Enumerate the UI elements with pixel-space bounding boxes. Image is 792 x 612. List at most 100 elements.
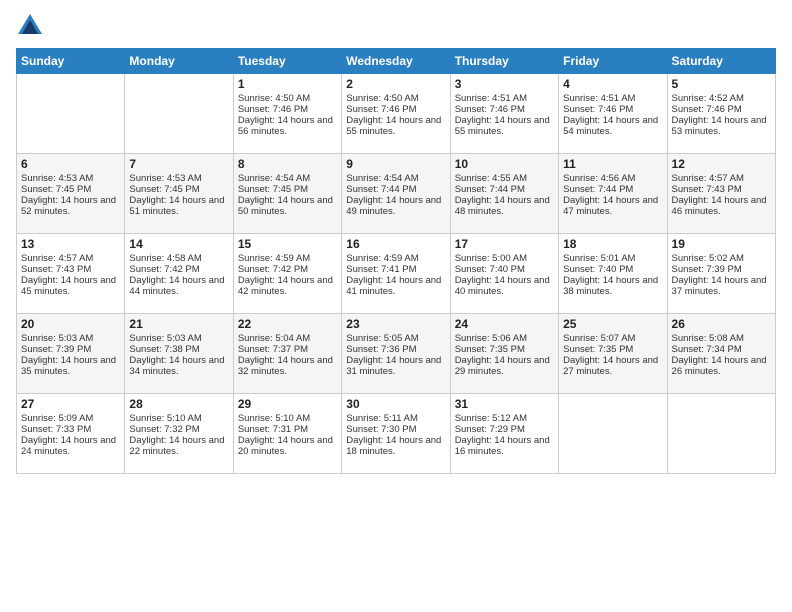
sunrise-text: Sunrise: 4:59 AM: [346, 253, 445, 264]
day-number: 26: [672, 317, 771, 331]
sunrise-text: Sunrise: 5:01 AM: [563, 253, 662, 264]
sunset-text: Sunset: 7:44 PM: [563, 184, 662, 195]
sunset-text: Sunset: 7:40 PM: [455, 264, 554, 275]
sunrise-text: Sunrise: 4:56 AM: [563, 173, 662, 184]
daylight-text: Daylight: 14 hours and 26 minutes.: [672, 355, 771, 377]
daylight-text: Daylight: 14 hours and 51 minutes.: [129, 195, 228, 217]
calendar-cell: 29Sunrise: 5:10 AMSunset: 7:31 PMDayligh…: [233, 394, 341, 474]
daylight-text: Daylight: 14 hours and 29 minutes.: [455, 355, 554, 377]
calendar-cell: 20Sunrise: 5:03 AMSunset: 7:39 PMDayligh…: [17, 314, 125, 394]
sunrise-text: Sunrise: 4:58 AM: [129, 253, 228, 264]
sunrise-text: Sunrise: 4:54 AM: [238, 173, 337, 184]
sunrise-text: Sunrise: 5:12 AM: [455, 413, 554, 424]
week-row-4: 20Sunrise: 5:03 AMSunset: 7:39 PMDayligh…: [17, 314, 776, 394]
sunset-text: Sunset: 7:31 PM: [238, 424, 337, 435]
daylight-text: Daylight: 14 hours and 32 minutes.: [238, 355, 337, 377]
daylight-text: Daylight: 14 hours and 48 minutes.: [455, 195, 554, 217]
calendar-cell: 24Sunrise: 5:06 AMSunset: 7:35 PMDayligh…: [450, 314, 558, 394]
calendar-cell: [667, 394, 775, 474]
calendar-cell: 19Sunrise: 5:02 AMSunset: 7:39 PMDayligh…: [667, 234, 775, 314]
calendar-cell: 2Sunrise: 4:50 AMSunset: 7:46 PMDaylight…: [342, 74, 450, 154]
day-number: 21: [129, 317, 228, 331]
daylight-text: Daylight: 14 hours and 56 minutes.: [238, 115, 337, 137]
daylight-text: Daylight: 14 hours and 24 minutes.: [21, 435, 120, 457]
daylight-text: Daylight: 14 hours and 38 minutes.: [563, 275, 662, 297]
sunrise-text: Sunrise: 5:00 AM: [455, 253, 554, 264]
calendar-cell: 8Sunrise: 4:54 AMSunset: 7:45 PMDaylight…: [233, 154, 341, 234]
day-number: 30: [346, 397, 445, 411]
calendar-cell: 10 Sunrise: 4:55 AMSunset: 7:44 PMDayligh…: [450, 154, 558, 234]
calendar-cell: 30Sunrise: 5:11 AMSunset: 7:30 PMDayligh…: [342, 394, 450, 474]
sunset-text: Sunset: 7:45 PM: [129, 184, 228, 195]
day-number: 12: [672, 157, 771, 171]
day-number: 19: [672, 237, 771, 251]
calendar-cell: 25Sunrise: 5:07 AMSunset: 7:35 PMDayligh…: [559, 314, 667, 394]
day-number: 24: [455, 317, 554, 331]
day-number: 29: [238, 397, 337, 411]
page: SundayMondayTuesdayWednesdayThursdayFrid…: [0, 0, 792, 612]
sunrise-text: Sunrise: 5:05 AM: [346, 333, 445, 344]
daylight-text: Daylight: 14 hours and 46 minutes.: [672, 195, 771, 217]
sunset-text: Sunset: 7:38 PM: [129, 344, 228, 355]
daylight-text: Daylight: 14 hours and 53 minutes.: [672, 115, 771, 137]
sunrise-text: Sunrise: 4:55 AM: [455, 173, 554, 184]
daylight-text: Daylight: 14 hours and 40 minutes.: [455, 275, 554, 297]
day-number: 15: [238, 237, 337, 251]
day-number: 11: [563, 157, 662, 171]
logo: [16, 12, 48, 40]
daylight-text: Daylight: 14 hours and 41 minutes.: [346, 275, 445, 297]
day-number: 22: [238, 317, 337, 331]
daylight-text: Daylight: 14 hours and 54 minutes.: [563, 115, 662, 137]
sunrise-text: Sunrise: 4:51 AM: [455, 93, 554, 104]
sunset-text: Sunset: 7:42 PM: [238, 264, 337, 275]
sunset-text: Sunset: 7:41 PM: [346, 264, 445, 275]
calendar-cell: 3Sunrise: 4:51 AMSunset: 7:46 PMDaylight…: [450, 74, 558, 154]
sunrise-text: Sunrise: 4:53 AM: [21, 173, 120, 184]
day-number: 28: [129, 397, 228, 411]
calendar-cell: [559, 394, 667, 474]
sunrise-text: Sunrise: 5:10 AM: [238, 413, 337, 424]
daylight-text: Daylight: 14 hours and 50 minutes.: [238, 195, 337, 217]
day-header-saturday: Saturday: [667, 49, 775, 74]
daylight-text: Daylight: 14 hours and 16 minutes.: [455, 435, 554, 457]
sunrise-text: Sunrise: 4:50 AM: [238, 93, 337, 104]
daylight-text: Daylight: 14 hours and 27 minutes.: [563, 355, 662, 377]
sunset-text: Sunset: 7:43 PM: [21, 264, 120, 275]
calendar-cell: 5Sunrise: 4:52 AMSunset: 7:46 PMDaylight…: [667, 74, 775, 154]
sunrise-text: Sunrise: 5:11 AM: [346, 413, 445, 424]
daylight-text: Daylight: 14 hours and 44 minutes.: [129, 275, 228, 297]
calendar-cell: 23Sunrise: 5:05 AMSunset: 7:36 PMDayligh…: [342, 314, 450, 394]
daylight-text: Daylight: 14 hours and 31 minutes.: [346, 355, 445, 377]
day-number: 10: [455, 157, 554, 171]
week-row-2: 6Sunrise: 4:53 AMSunset: 7:45 PMDaylight…: [17, 154, 776, 234]
day-number: 3: [455, 77, 554, 91]
day-number: 23: [346, 317, 445, 331]
sunset-text: Sunset: 7:44 PM: [455, 184, 554, 195]
sunrise-text: Sunrise: 4:57 AM: [21, 253, 120, 264]
daylight-text: Daylight: 14 hours and 37 minutes.: [672, 275, 771, 297]
calendar-cell: 12 Sunrise: 4:57 AMSunset: 7:43 PMDayligh…: [667, 154, 775, 234]
calendar: SundayMondayTuesdayWednesdayThursdayFrid…: [16, 48, 776, 474]
day-number: 20: [21, 317, 120, 331]
calendar-header-row: SundayMondayTuesdayWednesdayThursdayFrid…: [17, 49, 776, 74]
sunset-text: Sunset: 7:43 PM: [672, 184, 771, 195]
sunset-text: Sunset: 7:45 PM: [238, 184, 337, 195]
daylight-text: Daylight: 14 hours and 18 minutes.: [346, 435, 445, 457]
sunrise-text: Sunrise: 4:53 AM: [129, 173, 228, 184]
day-number: 4: [563, 77, 662, 91]
sunrise-text: Sunrise: 5:08 AM: [672, 333, 771, 344]
sunset-text: Sunset: 7:33 PM: [21, 424, 120, 435]
sunrise-text: Sunrise: 5:09 AM: [21, 413, 120, 424]
day-number: 31: [455, 397, 554, 411]
calendar-cell: 14Sunrise: 4:58 AMSunset: 7:42 PMDayligh…: [125, 234, 233, 314]
calendar-cell: 16Sunrise: 4:59 AMSunset: 7:41 PMDayligh…: [342, 234, 450, 314]
sunset-text: Sunset: 7:42 PM: [129, 264, 228, 275]
calendar-cell: 15Sunrise: 4:59 AMSunset: 7:42 PMDayligh…: [233, 234, 341, 314]
calendar-cell: 11Sunrise: 4:56 AMSunset: 7:44 PMDayligh…: [559, 154, 667, 234]
calendar-cell: 6Sunrise: 4:53 AMSunset: 7:45 PMDaylight…: [17, 154, 125, 234]
sunrise-text: Sunrise: 4:57 AM: [672, 173, 771, 184]
week-row-1: 1Sunrise: 4:50 AMSunset: 7:46 PMDaylight…: [17, 74, 776, 154]
day-number: 5: [672, 77, 771, 91]
day-header-tuesday: Tuesday: [233, 49, 341, 74]
sunset-text: Sunset: 7:46 PM: [346, 104, 445, 115]
